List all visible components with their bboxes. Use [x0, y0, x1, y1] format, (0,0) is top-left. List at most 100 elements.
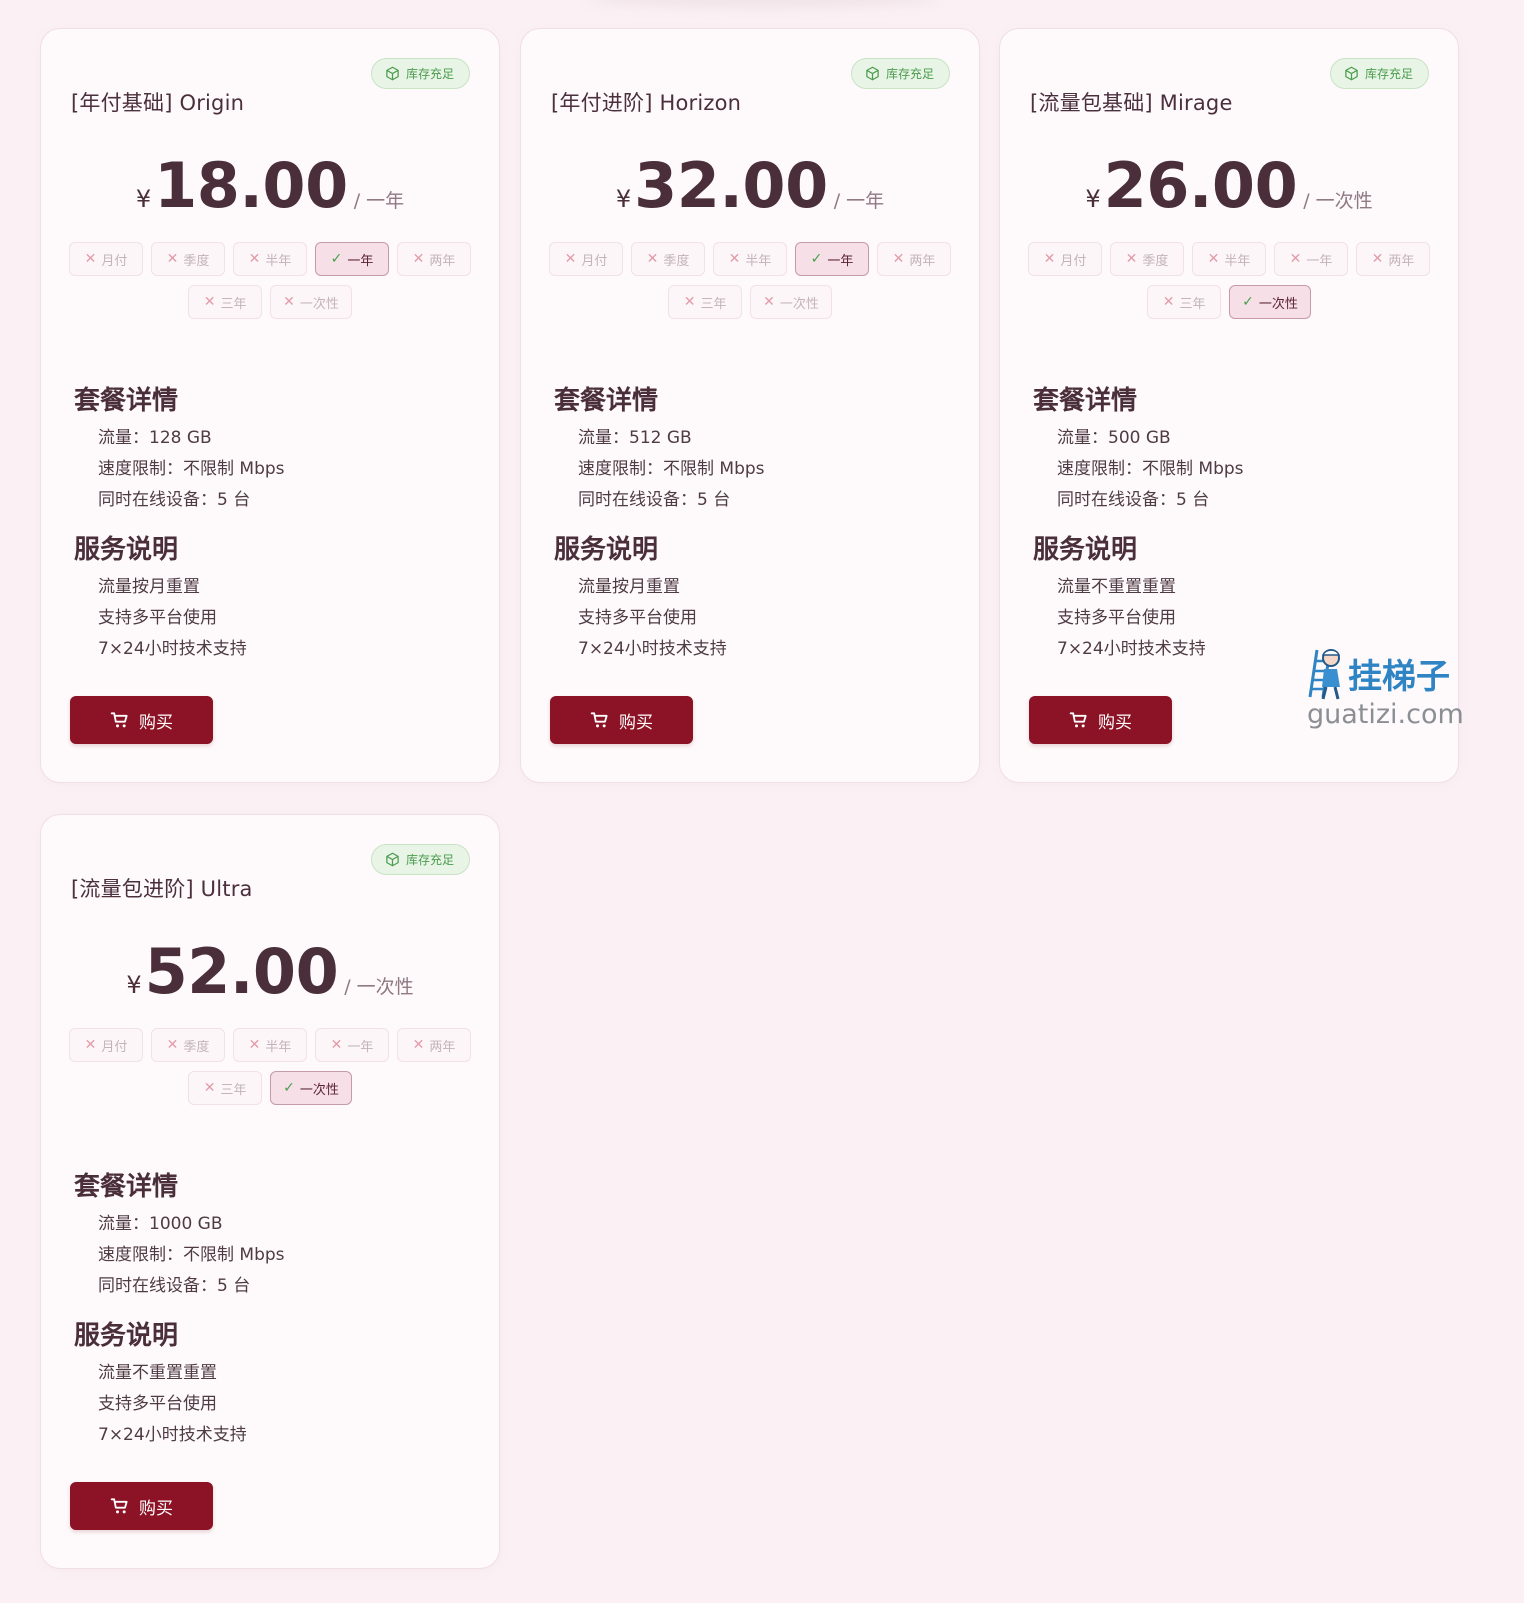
billing-cycle-label: 三年 — [220, 296, 247, 312]
billing-cycle-label: 季度 — [1142, 253, 1169, 269]
price-row: ¥32.00/ 一年 — [521, 155, 979, 217]
billing-cycle-option[interactable]: ✕ 三年 — [188, 285, 263, 319]
billing-cycle-label: 月付 — [101, 253, 128, 269]
plan-title: [流量包基础] Mirage — [1030, 91, 1233, 115]
billing-cycle-option[interactable]: ✕ 季度 — [151, 242, 225, 276]
billing-cycle-label: 三年 — [220, 1082, 247, 1098]
buy-button-label: 购买 — [139, 712, 173, 733]
package-icon — [1345, 66, 1358, 81]
billing-cycle-label: 半年 — [745, 253, 772, 269]
stock-badge: 库存充足 — [370, 844, 470, 875]
close-icon: ✕ — [203, 1080, 216, 1096]
stock-badge-label: 库存充足 — [405, 67, 454, 81]
billing-cycle-label: 三年 — [700, 296, 727, 312]
price-row: ¥18.00/ 一年 — [41, 155, 499, 217]
billing-cycle-option[interactable]: ✓ 一次性 — [1229, 285, 1311, 319]
service-item: 7×24小时技术支持 — [98, 639, 247, 659]
close-icon: ✕ — [166, 251, 179, 267]
close-icon: ✕ — [203, 294, 216, 310]
buy-button[interactable]: 购买 — [70, 696, 213, 744]
top-shadow — [585, 0, 940, 8]
close-icon: ✕ — [1289, 251, 1302, 267]
service-item: 7×24小时技术支持 — [1057, 639, 1206, 659]
billing-cycle-option[interactable]: ✕ 半年 — [1192, 242, 1266, 276]
plan-title: [年付基础] Origin — [71, 91, 245, 115]
close-icon: ✕ — [1162, 294, 1175, 310]
billing-period: / 一次性 — [344, 976, 414, 998]
billing-cycle-option[interactable]: ✕ 一年 — [1274, 242, 1348, 276]
close-icon: ✕ — [166, 1037, 179, 1053]
plan-details-heading: 套餐详情 — [74, 386, 179, 416]
plan-card: [年付基础] Origin 库存充足 ¥18.00/ 一年 ✕ 月付 ✕ 季度 ✕ 半年 ✓ 一年 ✕… — [40, 28, 500, 783]
service-description-heading: 服务说明 — [74, 535, 179, 565]
billing-cycle-option[interactable]: ✕ 月付 — [549, 242, 623, 276]
billing-cycle-label: 一年 — [347, 1039, 374, 1055]
billing-cycle-option[interactable]: ✕ 半年 — [233, 242, 307, 276]
billing-cycle-option[interactable]: ✕ 一年 — [315, 1028, 389, 1062]
billing-cycle-option[interactable]: ✓ 一年 — [315, 242, 389, 276]
billing-cycle-label: 两年 — [429, 253, 456, 269]
billing-cycle-label: 月付 — [581, 253, 608, 269]
billing-cycle-option[interactable]: ✕ 三年 — [1147, 285, 1222, 319]
billing-cycle-option[interactable]: ✕ 两年 — [1356, 242, 1430, 276]
billing-cycle-label: 一次性 — [1258, 296, 1298, 312]
close-icon: ✕ — [330, 1037, 343, 1053]
service-item: 支持多平台使用 — [1057, 608, 1176, 628]
billing-period: / 一次性 — [1303, 190, 1373, 212]
price-amount: 18.00 — [154, 149, 348, 222]
billing-cycle-option[interactable]: ✕ 两年 — [397, 242, 471, 276]
billing-cycle-label: 两年 — [909, 253, 936, 269]
stock-badge-label: 库存充足 — [1364, 67, 1413, 81]
billing-cycle-option[interactable]: ✕ 月付 — [69, 242, 143, 276]
plan-title: [流量包进阶] Ultra — [71, 877, 253, 901]
billing-cycle-options: ✕ 月付 ✕ 季度 ✕ 半年 ✓ 一年 ✕ 两年 ✕ 三年 ✕ 一次性 — [549, 242, 951, 332]
billing-cycle-options: ✕ 月付 ✕ 季度 ✕ 半年 ✕ 一年 ✕ 两年 ✕ 三年 ✓ 一次性 — [69, 1028, 471, 1118]
billing-cycle-option[interactable]: ✕ 季度 — [151, 1028, 225, 1062]
price-amount: 32.00 — [634, 149, 828, 222]
plan-title: [年付进阶] Horizon — [551, 91, 742, 115]
billing-cycle-option[interactable]: ✕ 三年 — [668, 285, 743, 319]
buy-button[interactable]: 购买 — [70, 1482, 213, 1530]
plan-detail-item: 同时在线设备：5 台 — [98, 1276, 251, 1296]
billing-cycle-option[interactable]: ✕ 两年 — [397, 1028, 471, 1062]
billing-cycle-label: 月付 — [101, 1039, 128, 1055]
close-icon: ✕ — [1371, 251, 1384, 267]
buy-button[interactable]: 购买 — [1029, 696, 1172, 744]
check-icon: ✓ — [283, 1080, 295, 1096]
close-icon: ✕ — [683, 294, 696, 310]
billing-cycle-option[interactable]: ✕ 半年 — [233, 1028, 307, 1062]
close-icon: ✕ — [248, 1037, 261, 1053]
billing-cycle-option[interactable]: ✓ 一年 — [795, 242, 869, 276]
close-icon: ✕ — [1043, 251, 1056, 267]
close-icon: ✕ — [646, 251, 659, 267]
service-item: 支持多平台使用 — [98, 1394, 217, 1414]
service-item: 流量不重置重置 — [1057, 577, 1176, 597]
billing-cycle-option[interactable]: ✕ 一次性 — [270, 285, 352, 319]
billing-cycle-option[interactable]: ✕ 月付 — [69, 1028, 143, 1062]
billing-cycle-option[interactable]: ✕ 半年 — [713, 242, 787, 276]
billing-cycle-label: 一次性 — [299, 296, 339, 312]
billing-cycle-option[interactable]: ✕ 两年 — [877, 242, 951, 276]
plan-card: [年付进阶] Horizon 库存充足 ¥32.00/ 一年 ✕ 月付 ✕ 季度 ✕ 半年 ✓ 一年… — [520, 28, 980, 783]
billing-cycle-option[interactable]: ✓ 一次性 — [270, 1071, 352, 1105]
close-icon: ✕ — [84, 1037, 97, 1053]
billing-cycle-label: 季度 — [663, 253, 690, 269]
stock-badge: 库存充足 — [1329, 58, 1429, 89]
plan-detail-item: 速度限制：不限制 Mbps — [1057, 459, 1244, 479]
billing-cycle-option[interactable]: ✕ 一次性 — [750, 285, 832, 319]
close-icon: ✕ — [1125, 251, 1138, 267]
close-icon: ✕ — [248, 251, 261, 267]
plan-detail-item: 流量：128 GB — [98, 428, 212, 448]
billing-cycle-option[interactable]: ✕ 月付 — [1028, 242, 1102, 276]
close-icon: ✕ — [1207, 251, 1220, 267]
service-item: 流量按月重置 — [578, 577, 680, 597]
watermark-en: guatizi.com — [1307, 699, 1464, 730]
billing-cycle-option[interactable]: ✕ 季度 — [631, 242, 705, 276]
buy-button[interactable]: 购买 — [550, 696, 693, 744]
billing-cycle-option[interactable]: ✕ 三年 — [188, 1071, 263, 1105]
plan-card: [流量包进阶] Ultra 库存充足 ¥52.00/ 一次性 ✕ 月付 ✕ 季度 ✕ 半年 ✕ 一年… — [40, 814, 500, 1569]
price-row: ¥52.00/ 一次性 — [41, 941, 499, 1003]
currency-symbol: ¥ — [1085, 185, 1101, 213]
billing-cycle-label: 一次性 — [299, 1082, 339, 1098]
billing-cycle-option[interactable]: ✕ 季度 — [1110, 242, 1184, 276]
